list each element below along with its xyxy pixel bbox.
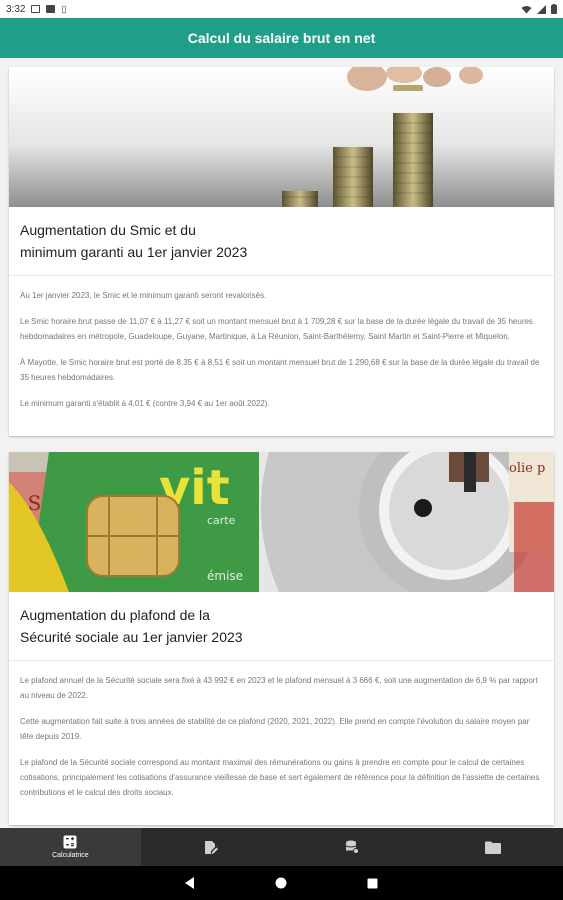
nav-item-folder[interactable]	[422, 828, 563, 866]
card-title-line: minimum garanti au 1er janvier 2023	[20, 244, 248, 260]
card-title: Augmentation du plafond de la Sécurité s…	[9, 592, 554, 661]
image-text-police: olie p	[509, 461, 545, 476]
wifi-icon	[521, 5, 532, 13]
news-card[interactable]: s S vit carte émise olie p Augmentation …	[9, 452, 554, 825]
news-list[interactable]: Augmentation du Smic et du minimum garan…	[0, 58, 563, 828]
card-title-line: Sécurité sociale au 1er janvier 2023	[20, 629, 243, 645]
card-paragraph: Cette augmentation fait suite à trois an…	[20, 717, 530, 741]
card-paragraph: À Mayotte, le Smic horaire brut est port…	[20, 358, 540, 382]
card-body: Au 1er janvier 2023, le Smic et le minim…	[9, 276, 554, 436]
status-time: 3:32	[6, 3, 26, 15]
recents-icon[interactable]	[367, 878, 378, 889]
calculator-icon	[63, 835, 77, 849]
signal-icon	[537, 4, 546, 14]
notification-icon: ▯	[61, 3, 67, 14]
folder-icon	[484, 841, 501, 854]
card-paragraph: Le minimum garanti s'établit à 4,01 € (c…	[20, 399, 270, 408]
card-title-line: Augmentation du plafond de la	[20, 607, 210, 623]
edit-document-icon	[205, 840, 219, 854]
system-navigation	[0, 866, 563, 900]
nav-label: Calculatrice	[52, 852, 89, 859]
database-settings-icon	[345, 840, 359, 854]
card-paragraph: Le Smic horaire brut passe de 11,07 € à …	[20, 317, 533, 341]
sd-card-icon	[46, 5, 56, 13]
page-title: Calcul du salaire brut en net	[187, 30, 376, 46]
home-icon[interactable]	[275, 877, 287, 889]
nav-item-edit[interactable]	[141, 828, 282, 866]
card-paragraph: Le plafond de la Sécurité sociale corres…	[20, 758, 540, 797]
bottom-navigation: Calculatrice	[0, 828, 563, 866]
status-bar: 3:32 ▯	[0, 0, 563, 18]
battery-icon	[551, 4, 557, 14]
screen-cast-icon	[31, 5, 41, 13]
app-bar: Calcul du salaire brut en net	[0, 18, 563, 58]
image-text-emise: émise	[207, 569, 243, 583]
card-title-line: Augmentation du Smic et du	[20, 222, 196, 238]
card-paragraph: Au 1er janvier 2023, le Smic et le minim…	[20, 291, 267, 300]
vitale-card-stethoscope-image: s S vit carte émise olie p	[9, 452, 554, 592]
card-body: Le plafond annuel de la Sécurité sociale…	[9, 661, 554, 825]
nav-item-database[interactable]	[282, 828, 423, 866]
card-title: Augmentation du Smic et du minimum garan…	[9, 207, 554, 276]
nav-item-calculatrice[interactable]: Calculatrice	[0, 828, 141, 866]
back-icon[interactable]	[185, 877, 195, 889]
image-text-carte: carte	[207, 514, 236, 527]
coins-stack-image	[9, 67, 554, 207]
news-card[interactable]: Augmentation du Smic et du minimum garan…	[9, 67, 554, 436]
card-paragraph: Le plafond annuel de la Sécurité sociale…	[20, 676, 538, 700]
